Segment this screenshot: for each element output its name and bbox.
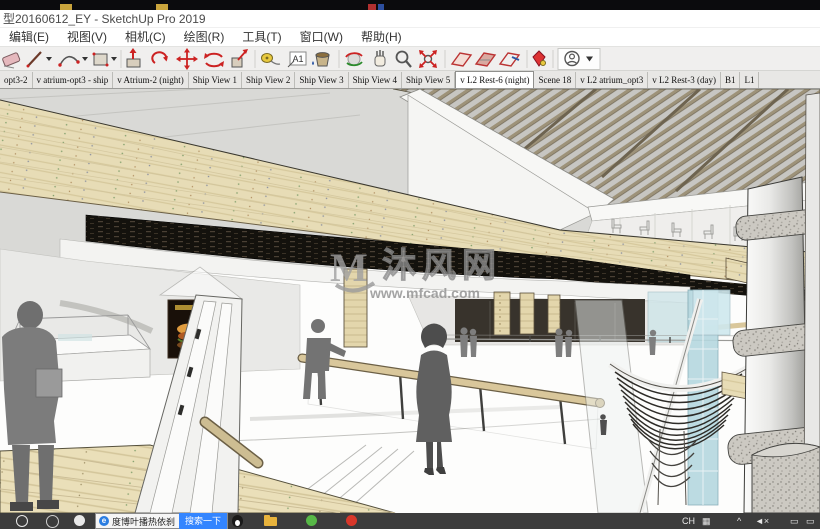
- scene-tab[interactable]: Scene 18: [534, 72, 577, 88]
- ime-grid-icon[interactable]: ▦: [702, 515, 711, 527]
- window-title-bar[interactable]: 型20160612_EY - SketchUp Pro 2019: [0, 10, 820, 28]
- taskbar-task-view-icon[interactable]: [46, 515, 59, 528]
- section-plane-icon[interactable]: [450, 52, 473, 67]
- wood-column: [493, 291, 511, 336]
- menu-bar: 编辑(E) 视图(V) 相机(C) 绘图(R) 工具(T) 窗口(W) 帮助(H…: [0, 28, 820, 46]
- qq-icon[interactable]: [232, 515, 243, 527]
- scene-tab[interactable]: L1: [740, 72, 760, 88]
- svg-text:www.mfcad.com: www.mfcad.com: [369, 285, 480, 301]
- taskbar-browser-icon[interactable]: [74, 515, 85, 526]
- menu-window[interactable]: 窗口(W): [291, 28, 352, 46]
- scale-icon[interactable]: [231, 49, 248, 68]
- scene-tab[interactable]: Ship View 3: [295, 72, 349, 88]
- follow-me-icon[interactable]: [151, 51, 168, 64]
- line-tool-icon[interactable]: [26, 51, 53, 68]
- action-center-icon[interactable]: ▭: [806, 515, 815, 527]
- network-icon[interactable]: ▭: [790, 515, 799, 527]
- scene-tab[interactable]: v L2 atrium_opt3: [576, 72, 649, 88]
- scene-tab[interactable]: v L2 Rest-3 (day): [648, 72, 721, 88]
- tape-measure-icon[interactable]: [261, 53, 281, 65]
- menu-edit[interactable]: 编辑(E): [0, 28, 58, 46]
- svg-text:A1: A1: [293, 54, 304, 64]
- menu-help[interactable]: 帮助(H): [352, 28, 411, 46]
- taskbar-app-button[interactable]: e 度博叶播热依刹 搜索一下: [95, 513, 229, 529]
- file-explorer-icon[interactable]: [264, 515, 277, 526]
- menu-camera[interactable]: 相机(C): [116, 28, 175, 46]
- arc-tool-icon[interactable]: [58, 55, 88, 67]
- section-display-icon[interactable]: [498, 52, 521, 67]
- text-tool-icon[interactable]: A1: [287, 51, 307, 68]
- scene-tab[interactable]: v atrium-opt3 - ship: [32, 72, 114, 88]
- section-fill-icon[interactable]: [474, 52, 497, 67]
- desktop-screen: 型20160612_EY - SketchUp Pro 2019 编辑(E) 视…: [0, 0, 820, 529]
- component-icon[interactable]: [532, 50, 546, 67]
- viewport-3d[interactable]: $: [0, 89, 820, 513]
- rotate-icon[interactable]: [204, 52, 224, 68]
- taskbar-app-label: 度博叶播热依刹: [112, 516, 176, 527]
- taskbar: e 度博叶播热依刹 搜索一下 CH ▦ ^ ◄× ▭ ▭: [0, 513, 820, 529]
- move-icon[interactable]: [176, 48, 198, 70]
- paint-bucket-icon[interactable]: [312, 52, 330, 67]
- svg-text:沐风网: 沐风网: [382, 247, 502, 285]
- 360-safety-icon[interactable]: [306, 515, 317, 526]
- svg-text:M: M: [330, 245, 368, 290]
- menu-tools[interactable]: 工具(T): [233, 28, 290, 46]
- sign-in-icon[interactable]: [557, 48, 601, 70]
- taskbar-search-icon[interactable]: [16, 515, 28, 527]
- pan-icon[interactable]: [374, 50, 386, 67]
- scene-tab[interactable]: Ship View 1: [188, 72, 243, 88]
- push-pull-icon[interactable]: [126, 48, 141, 68]
- scene-tab[interactable]: opt3-2: [0, 72, 33, 88]
- browser-red-icon[interactable]: [346, 515, 357, 526]
- toolbar: A1: [0, 46, 820, 71]
- menu-draw[interactable]: 绘图(R): [175, 28, 234, 46]
- zoom-extents-icon[interactable]: [419, 50, 437, 68]
- rectangle-tool-icon[interactable]: [92, 52, 118, 67]
- screen-top-edge: [0, 0, 820, 10]
- menu-view[interactable]: 视图(V): [58, 28, 116, 46]
- language-indicator[interactable]: CH: [682, 515, 695, 527]
- browser-e-icon: e: [99, 516, 109, 526]
- window-title: 型20160612_EY - SketchUp Pro 2019: [3, 12, 206, 26]
- eraser-icon[interactable]: [2, 52, 21, 69]
- scene-tabs-bar: opt3-2 v atrium-opt3 - ship v Atrium-2 (…: [0, 71, 820, 89]
- scene-tab[interactable]: Ship View 4: [348, 72, 402, 88]
- orbit-icon[interactable]: [345, 52, 363, 67]
- scene-tab[interactable]: v Atrium-2 (night): [113, 72, 189, 88]
- scene-tab[interactable]: Ship View 2: [242, 72, 296, 88]
- scene-tab-active[interactable]: v L2 Rest-6 (night): [455, 71, 535, 88]
- wood-column: [547, 294, 561, 334]
- zoom-icon[interactable]: [395, 50, 412, 68]
- wood-column: [519, 292, 535, 335]
- scene-tab[interactable]: Ship View 5: [401, 72, 456, 88]
- baidu-search-button[interactable]: 搜索一下: [179, 513, 228, 529]
- scene-tab[interactable]: B1: [720, 72, 741, 88]
- volume-muted-icon[interactable]: ◄×: [755, 515, 769, 527]
- tray-expand-icon[interactable]: ^: [737, 515, 741, 527]
